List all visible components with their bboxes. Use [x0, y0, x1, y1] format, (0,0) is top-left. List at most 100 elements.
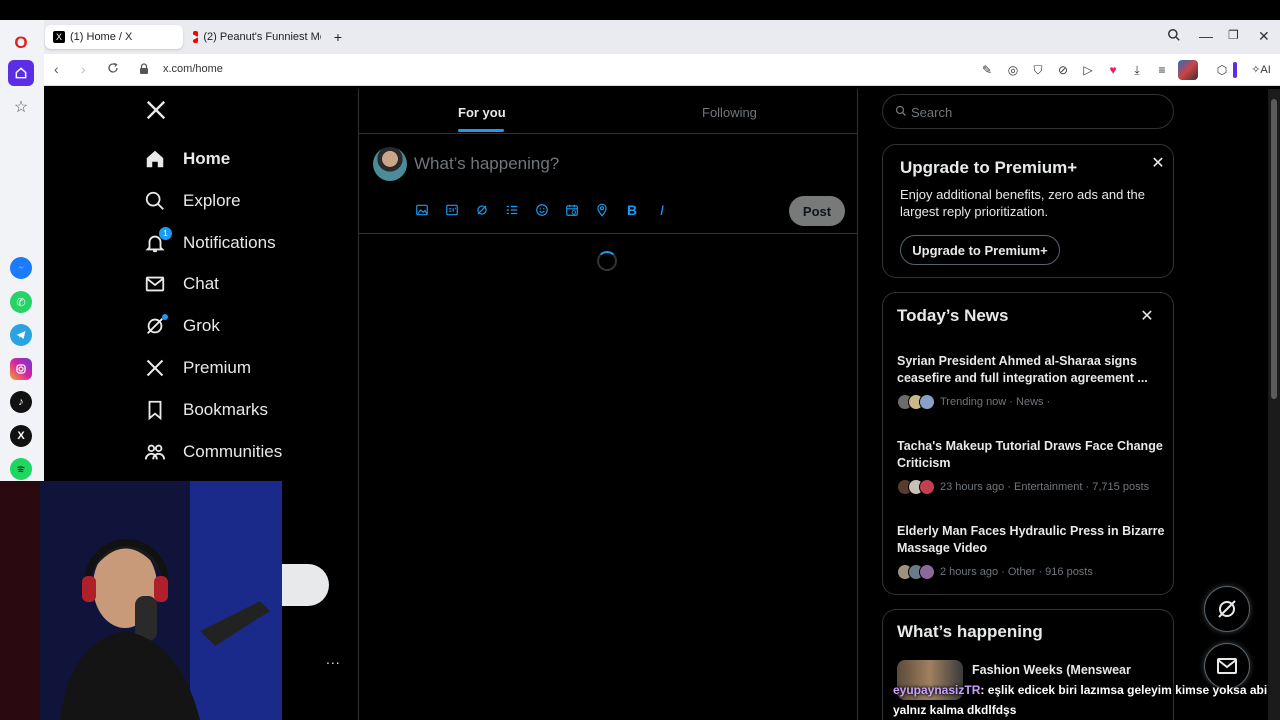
grok-tool-icon[interactable]	[474, 202, 490, 218]
mail-icon	[144, 273, 166, 295]
nav-grok[interactable]: Grok	[144, 310, 220, 342]
search-icon	[144, 190, 166, 212]
bold-icon[interactable]: B	[624, 202, 640, 218]
grok-dot	[162, 314, 168, 320]
webcam-person-image	[0, 481, 282, 720]
happening-title: What’s happening	[897, 622, 1043, 641]
ai-button[interactable]: ✧AI	[1246, 62, 1276, 78]
avatar-group	[897, 564, 935, 580]
bookmark-icon	[144, 399, 166, 421]
nav-communities[interactable]: Communities	[144, 436, 282, 468]
tab-following[interactable]: Following	[702, 105, 757, 120]
avatar[interactable]	[373, 147, 407, 181]
grok-icon	[144, 314, 168, 337]
tab-search-icon[interactable]	[1167, 28, 1181, 45]
shield-icon[interactable]: ⛉	[1030, 62, 1046, 78]
x-icon[interactable]: X	[10, 425, 32, 447]
avatar-group	[897, 479, 935, 495]
loading-spinner	[597, 251, 617, 271]
sidebar-post-button[interactable]	[274, 564, 329, 606]
news-item[interactable]: Syrian President Ahmed al-Sharaa signs c…	[897, 353, 1165, 410]
heart-icon[interactable]: ♥	[1105, 62, 1121, 78]
nav-label: Bookmarks	[183, 400, 269, 419]
news-headline: Syrian President Ahmed al-Sharaa signs c…	[897, 354, 1148, 385]
search-box[interactable]	[882, 94, 1174, 129]
nav-home[interactable]: Home	[144, 143, 230, 175]
chat-username: eyupaynasizTR	[893, 683, 981, 697]
telegram-icon[interactable]	[10, 324, 32, 346]
happening-headline[interactable]: Fashion Weeks (Menswear	[972, 663, 1172, 677]
news-meta: 2 hours ago · Other · 916 posts	[897, 564, 1165, 580]
bell-icon: 1	[144, 227, 172, 254]
messenger-icon[interactable]	[10, 257, 32, 279]
opera-logo-icon[interactable]: O	[8, 30, 34, 56]
close-icon[interactable]: ✕	[1150, 155, 1166, 172]
upgrade-premium-button[interactable]: Upgrade to Premium+	[900, 235, 1060, 265]
avatar-group	[897, 394, 935, 410]
box-icon[interactable]: ⬡	[1214, 62, 1230, 78]
tab-youtube[interactable]: ▶ (2) Peanut's Funniest Mom	[185, 25, 321, 49]
nav-chat[interactable]: Chat	[144, 268, 219, 300]
news-item[interactable]: Elderly Man Faces Hydraulic Press in Biz…	[897, 523, 1165, 580]
chat-overlay-message: eyupaynasizTR: eşlik edicek biri lazımsa…	[893, 680, 1280, 720]
right-sidebar: Upgrade to Premium+ ✕ Enjoy additional b…	[882, 89, 1176, 720]
star-icon[interactable]: ☆	[8, 94, 34, 120]
home-icon[interactable]	[8, 60, 34, 86]
restore-icon[interactable]: ❐	[1228, 28, 1239, 42]
page-scrollbar[interactable]	[1268, 89, 1280, 720]
download-icon[interactable]: ⤓	[1129, 62, 1145, 78]
profile-avatar[interactable]	[1178, 60, 1198, 80]
tiktok-icon[interactable]: ♪	[10, 391, 32, 413]
news-meta: Trending now · News ·	[897, 394, 1165, 410]
youtube-favicon-icon: ▶	[193, 31, 199, 43]
premium-description: Enjoy additional benefits, zero ads and …	[900, 187, 1146, 219]
forward-icon[interactable]: ›	[81, 61, 86, 77]
news-item[interactable]: Tacha's Makeup Tutorial Draws Face Chang…	[897, 438, 1165, 495]
lock-icon	[139, 62, 149, 78]
new-tab-button[interactable]: +	[330, 25, 346, 49]
feed-tabs: For you Following	[359, 89, 857, 134]
gif-icon[interactable]	[444, 202, 460, 218]
instagram-icon[interactable]	[10, 358, 32, 380]
news-headline: Tacha's Makeup Tutorial Draws Face Chang…	[897, 439, 1163, 470]
menu-icon[interactable]: ≡	[1154, 62, 1170, 78]
nav-bookmarks[interactable]: Bookmarks	[144, 394, 268, 426]
scrollbar-thumb[interactable]	[1271, 99, 1277, 399]
news-meta: 23 hours ago · Entertainment · 7,715 pos…	[897, 479, 1165, 495]
schedule-icon[interactable]	[564, 202, 580, 218]
nav-label: Explore	[183, 191, 241, 210]
image-icon[interactable]	[414, 202, 430, 218]
back-icon[interactable]: ‹	[54, 61, 59, 77]
emoji-icon[interactable]	[534, 202, 550, 218]
home-icon	[144, 148, 166, 170]
x-logo-icon[interactable]	[145, 99, 167, 125]
nav-label: Chat	[183, 274, 219, 293]
reload-icon[interactable]	[107, 61, 119, 77]
search-input[interactable]	[911, 103, 1161, 121]
italic-icon[interactable]: I	[654, 202, 670, 218]
tab-x-home[interactable]: X (1) Home / X	[45, 25, 183, 49]
nav-premium[interactable]: Premium	[144, 352, 251, 384]
minimize-icon[interactable]: —	[1199, 28, 1213, 44]
spotify-icon[interactable]	[10, 458, 32, 480]
close-window-icon[interactable]: ✕	[1258, 28, 1270, 45]
grok-fab-icon[interactable]	[1204, 586, 1250, 632]
nav-explore[interactable]: Explore	[144, 185, 241, 217]
composer-input[interactable]: What’s happening?	[414, 154, 559, 174]
camera-icon[interactable]: ◎	[1005, 62, 1021, 78]
location-icon[interactable]	[594, 202, 610, 218]
poll-icon[interactable]	[504, 202, 520, 218]
play-icon[interactable]: ▷	[1080, 62, 1096, 78]
news-headline: Elderly Man Faces Hydraulic Press in Biz…	[897, 524, 1165, 555]
whatsapp-icon[interactable]: ✆	[10, 291, 32, 313]
x-favicon-icon: X	[53, 31, 65, 43]
edit-icon[interactable]: ✎	[979, 62, 995, 78]
post-button[interactable]: Post	[789, 196, 845, 226]
tab-for-you[interactable]: For you	[458, 105, 506, 120]
close-icon[interactable]: ✕	[1139, 308, 1155, 325]
more-options-icon[interactable]: ...	[326, 651, 341, 667]
nav-label: Notifications	[183, 233, 276, 252]
nav-notifications[interactable]: 1 Notifications	[144, 227, 276, 259]
vpn-icon[interactable]: ⊘	[1055, 62, 1071, 78]
url-field[interactable]: x.com/home	[163, 63, 223, 75]
